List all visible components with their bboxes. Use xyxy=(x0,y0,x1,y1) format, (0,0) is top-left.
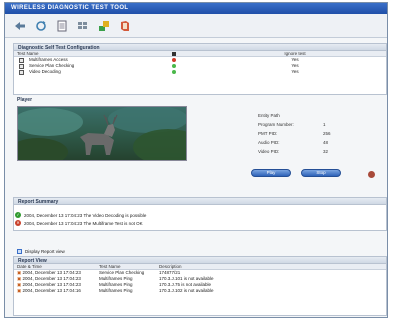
self-test-row[interactable]: Video Decoding Yes xyxy=(14,69,386,75)
error-icon: ✕ xyxy=(15,220,21,226)
row-test: Multiframes Ping xyxy=(99,288,133,293)
col-date[interactable]: Date & Time xyxy=(14,264,96,269)
col-test[interactable]: Test Name xyxy=(96,264,156,269)
record-indicator-icon xyxy=(368,171,375,178)
help-book-icon[interactable] xyxy=(118,19,132,33)
summary-text: 2004, December 13 17:04:23 The Multifram… xyxy=(24,220,143,226)
pmt-pid-label: PMT PID: xyxy=(258,131,278,136)
row-date: 2004, December 13 17:04:23 xyxy=(22,282,81,287)
update-value: Yes xyxy=(291,69,299,74)
video-pid-label: Video PID: xyxy=(258,149,280,154)
grid-icon[interactable] xyxy=(76,19,90,33)
row-checkbox[interactable] xyxy=(14,69,26,75)
col-test-name: Test Name xyxy=(17,51,39,56)
status-green-icon xyxy=(172,70,176,74)
summary-text: 2004, December 13 17:04:23 The Video Dec… xyxy=(24,212,147,218)
row-icon: ▣ xyxy=(17,276,22,281)
pmt-pid-value: 256 xyxy=(323,131,331,136)
report-view-title: Report View xyxy=(14,257,386,264)
app-window: WIRELESS DIAGNOSTIC TEST TOOL Diagnostic… xyxy=(4,2,388,318)
status-red-icon xyxy=(172,58,176,62)
col-description[interactable]: Description xyxy=(156,264,306,269)
checkbox-icon[interactable] xyxy=(19,63,24,69)
row-date: 2004, December 13 17:04:23 xyxy=(22,276,81,281)
video-pid-value: 32 xyxy=(323,149,329,154)
audio-pid-value: 48 xyxy=(323,140,329,145)
summary-entry[interactable]: ✓ 2004, December 13 17:04:23 The Video D… xyxy=(15,212,146,218)
toggle-checkbox-icon[interactable] xyxy=(17,249,22,254)
col-status xyxy=(169,51,185,56)
toolbar xyxy=(5,14,387,38)
program-number-label: Program Number: xyxy=(258,122,294,127)
checkbox-icon[interactable] xyxy=(19,69,24,75)
self-test-title: Diagnostic Self Test Configuration xyxy=(14,44,386,51)
video-frame xyxy=(17,106,187,161)
row-icon: ▣ xyxy=(17,270,22,275)
row-icon: ▣ xyxy=(17,288,22,293)
stop-button[interactable]: Stop xyxy=(301,169,341,177)
play-button[interactable]: Play xyxy=(251,169,291,177)
col-update: Ignore test xyxy=(284,51,306,56)
back-arrow-icon[interactable] xyxy=(13,19,27,33)
row-date: 2004, December 13 17:04:23 xyxy=(22,270,81,275)
summary-entry[interactable]: ✕ 2004, December 13 17:04:23 The Multifr… xyxy=(15,220,143,226)
audio-pid-label: Audio PID: xyxy=(258,140,280,145)
report-view-panel: Report View Date & Time Test Name Descri… xyxy=(13,256,387,316)
tools-icon[interactable] xyxy=(97,19,111,33)
row-icon: ▣ xyxy=(17,282,22,287)
display-report-label: Display Report view xyxy=(25,249,65,254)
program-number-value: 1 xyxy=(323,122,326,127)
player-title: Player xyxy=(17,97,33,103)
status-dot xyxy=(169,69,185,75)
checkbox-icon[interactable] xyxy=(19,57,24,63)
display-report-toggle[interactable]: Display Report view xyxy=(17,249,65,254)
test-name: Video Decoding xyxy=(29,69,61,74)
row-date: 2004, December 13 17:04:16 xyxy=(22,288,81,293)
self-test-panel: Diagnostic Self Test Configuration Test … xyxy=(13,43,387,95)
status-green-icon xyxy=(172,64,176,68)
refresh-icon[interactable] xyxy=(34,19,48,33)
document-icon[interactable] xyxy=(55,19,69,33)
check-icon: ✓ xyxy=(15,212,21,218)
row-desc: 170.3.J.102 is not available xyxy=(159,288,214,293)
entity-path-label: Entity Path xyxy=(258,113,280,118)
summary-title: Report Summary xyxy=(14,198,386,205)
window-title: WIRELESS DIAGNOSTIC TEST TOOL xyxy=(5,3,387,14)
table-row[interactable]: ▣ 2004, December 13 17:04:16 Multiframes… xyxy=(14,288,386,294)
